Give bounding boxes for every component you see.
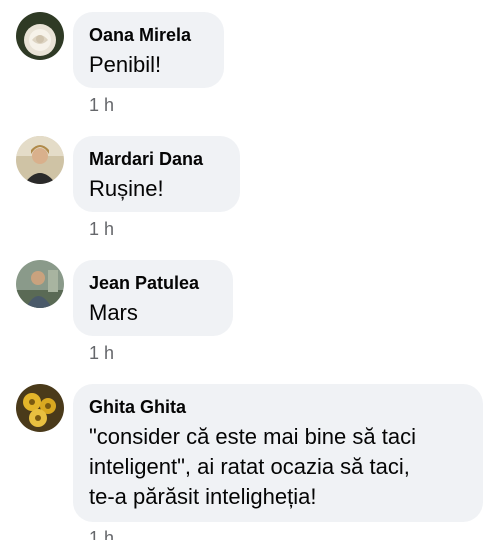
avatar[interactable] bbox=[16, 384, 64, 432]
comment-text-line: te-a părăsit inteligheția! bbox=[89, 484, 317, 509]
avatar[interactable] bbox=[16, 136, 64, 184]
comment-author[interactable]: Jean Patulea bbox=[89, 272, 217, 294]
avatar[interactable] bbox=[16, 12, 64, 60]
comment-text: Mars bbox=[89, 300, 138, 325]
comment-author[interactable]: Mardari Dana bbox=[89, 148, 224, 170]
comment-timestamp[interactable]: 1 h bbox=[89, 95, 114, 115]
white-rose-avatar-icon bbox=[16, 12, 64, 60]
comment-text: "consider că este mai bine să taci intel… bbox=[89, 422, 467, 512]
comment-text-line: inteligent", ai ratat ocazia să taci, bbox=[89, 454, 410, 479]
yellow-flowers-avatar-icon bbox=[16, 384, 64, 432]
comment-timestamp[interactable]: 1 h bbox=[89, 343, 114, 363]
comment-text: Penibil! bbox=[89, 52, 162, 77]
comment-text-line: "consider că este mai bine să taci bbox=[89, 424, 416, 449]
comment-timestamp[interactable]: 1 h bbox=[89, 219, 114, 239]
comment-bubble: Oana Mirela Penibil! bbox=[73, 12, 224, 88]
comment-timestamp[interactable]: 1 h bbox=[89, 528, 114, 540]
comment-bubble: Jean Patulea Mars bbox=[73, 260, 233, 336]
comment-author[interactable]: Oana Mirela bbox=[89, 24, 208, 46]
man-outdoor-avatar-icon bbox=[16, 260, 64, 308]
woman-portrait-avatar-icon bbox=[16, 136, 64, 184]
comment-author[interactable]: Ghita Ghita bbox=[89, 396, 467, 418]
comment-bubble: Ghita Ghita "consider că este mai bine s… bbox=[73, 384, 483, 522]
comment-text: Rușine! bbox=[89, 176, 164, 201]
avatar[interactable] bbox=[16, 260, 64, 308]
comment-thread: Oana Mirela Penibil! 1 h Mardari Dana Ru… bbox=[0, 0, 501, 540]
comment-bubble: Mardari Dana Rușine! bbox=[73, 136, 240, 212]
